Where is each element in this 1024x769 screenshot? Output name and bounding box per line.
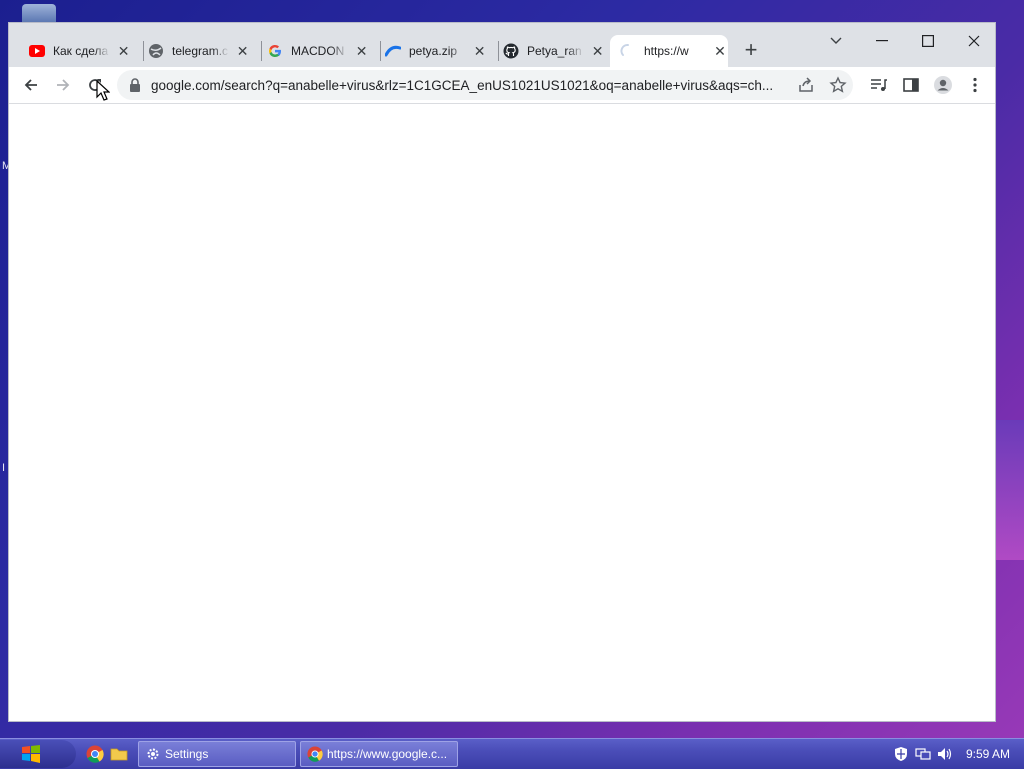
tab-title: Petya_ran <box>527 44 582 58</box>
arrow-left-icon <box>24 79 37 91</box>
tab-title: MACDON <box>291 44 345 58</box>
tab-youtube[interactable]: Как сдела ✕ <box>19 35 131 67</box>
swoosh-icon <box>385 43 401 59</box>
media-controls-button[interactable] <box>865 71 893 99</box>
close-tab-icon[interactable]: ✕ <box>712 43 728 59</box>
taskbar-chrome-button[interactable]: https://www.google.c... <box>300 741 458 767</box>
page-content-area[interactable] <box>9 104 995 721</box>
share-icon[interactable] <box>797 76 815 99</box>
tab-strip: Как сдела ✕ telegram.c ✕ MACDON ✕ petya.… <box>9 23 995 67</box>
menu-button[interactable] <box>961 71 989 99</box>
back-button[interactable] <box>17 71 45 99</box>
tab-petya-zip[interactable]: petya.zip ✕ <box>375 35 487 67</box>
chrome-quicklaunch-icon[interactable] <box>86 745 104 763</box>
browser-window: Как сдела ✕ telegram.c ✕ MACDON ✕ petya.… <box>8 22 996 722</box>
close-icon <box>968 35 980 47</box>
bookmark-star-icon[interactable] <box>829 76 847 99</box>
maximize-button[interactable] <box>905 27 951 55</box>
folder-quicklaunch-icon[interactable] <box>110 745 128 763</box>
maximize-icon <box>922 35 934 47</box>
start-button[interactable] <box>0 740 76 768</box>
taskbar-settings-button[interactable]: Settings <box>138 741 296 767</box>
side-panel-icon <box>903 78 919 92</box>
google-icon <box>267 43 283 59</box>
minimize-button[interactable] <box>859 27 905 55</box>
github-icon <box>503 43 519 59</box>
youtube-icon <box>29 43 45 59</box>
kebab-menu-icon <box>973 77 977 93</box>
network-icon[interactable] <box>914 745 932 763</box>
tab-active-loading[interactable]: https://w ✕ <box>610 35 728 67</box>
close-tab-icon[interactable]: ✕ <box>472 43 487 59</box>
taskbar-chrome-label: https://www.google.c... <box>327 747 448 761</box>
close-tab-icon[interactable]: ✕ <box>590 43 605 59</box>
lock-icon[interactable] <box>129 78 141 97</box>
arrow-right-icon <box>57 79 70 91</box>
forward-button[interactable] <box>49 71 77 99</box>
close-tab-icon[interactable]: ✕ <box>116 43 131 59</box>
gear-icon <box>145 746 161 762</box>
tab-title: petya.zip <box>409 44 458 58</box>
globe-icon <box>148 43 164 59</box>
avatar-icon <box>934 76 952 94</box>
close-window-button[interactable] <box>951 27 997 55</box>
tab-search-button[interactable] <box>813 27 859 55</box>
tab-telegram[interactable]: telegram.c ✕ <box>138 35 250 67</box>
tab-title: https://w <box>644 44 689 58</box>
windows-logo-icon <box>22 745 40 763</box>
volume-icon[interactable] <box>936 745 954 763</box>
close-tab-icon[interactable]: ✕ <box>235 43 250 59</box>
side-panel-button[interactable] <box>897 71 925 99</box>
playlist-icon <box>871 79 887 91</box>
tab-petya-ransomware[interactable]: Petya_ran ✕ <box>493 35 605 67</box>
tab-title: Как сдела <box>53 44 109 58</box>
new-tab-button[interactable]: + <box>739 39 763 63</box>
browser-toolbar: google.com/search?q=anabelle+virus&rlz=1… <box>9 67 995 104</box>
address-url[interactable]: google.com/search?q=anabelle+virus&rlz=1… <box>151 78 791 93</box>
taskbar: Settings https://www.google.c... 9:59 AM <box>0 738 1024 769</box>
system-tray: 9:59 AM <box>892 739 1024 769</box>
address-bar[interactable]: google.com/search?q=anabelle+virus&rlz=1… <box>117 70 853 100</box>
chrome-icon <box>307 746 323 762</box>
mouse-cursor-icon <box>96 79 111 107</box>
security-shield-icon[interactable] <box>892 745 910 763</box>
clock[interactable]: 9:59 AM <box>966 747 1010 761</box>
chevron-down-icon <box>830 37 842 44</box>
tab-title: telegram.c <box>172 44 229 58</box>
desktop-shortcut-icon[interactable] <box>22 4 56 22</box>
tab-macdon[interactable]: MACDON ✕ <box>257 35 369 67</box>
loading-spinner-icon <box>620 43 636 59</box>
profile-button[interactable] <box>929 71 957 99</box>
desktop-letter: I <box>2 462 6 474</box>
taskbar-settings-label: Settings <box>165 747 209 761</box>
minimize-icon <box>876 40 888 42</box>
close-tab-icon[interactable]: ✕ <box>354 43 369 59</box>
